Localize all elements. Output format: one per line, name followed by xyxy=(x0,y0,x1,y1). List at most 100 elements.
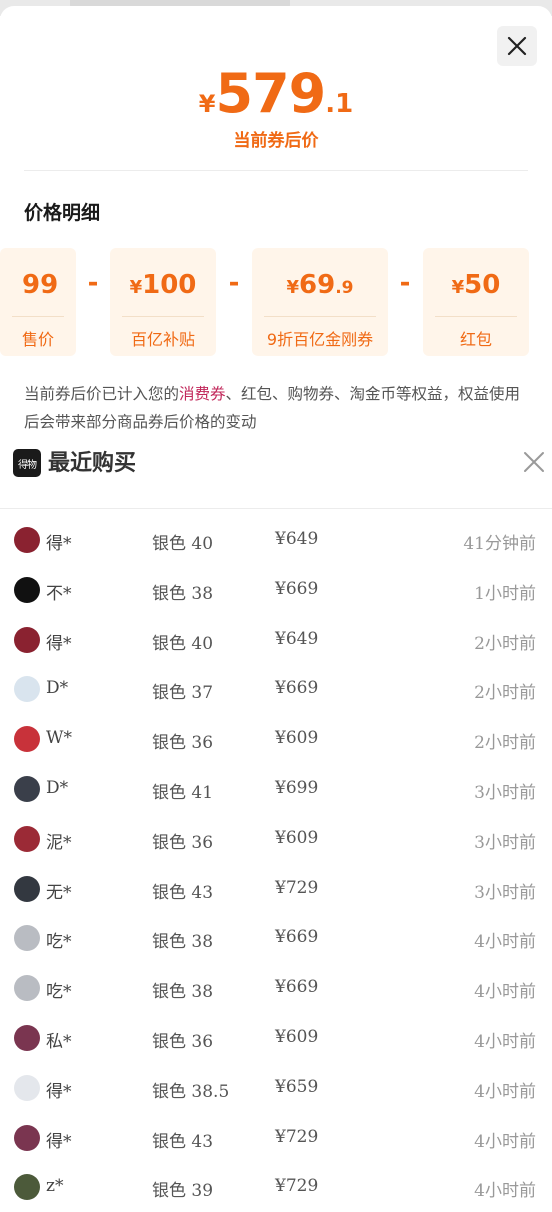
avatar xyxy=(14,1074,40,1101)
price-currency: ¥ xyxy=(198,90,216,118)
purchase-time: 4小时前 xyxy=(474,1131,536,1152)
purchase-row: 得* 银色 38.5 ¥659 4小时前 xyxy=(0,1063,552,1113)
purchase-row: 泥* 银色 36 ¥609 3小时前 xyxy=(0,814,552,864)
divider xyxy=(24,170,528,171)
recent-purchases-header: 得物 最近购买 xyxy=(0,430,552,509)
buyer-name: 无* xyxy=(46,882,72,903)
price-decimal: .1 xyxy=(325,89,354,119)
card-separator xyxy=(12,316,64,317)
purchase-time: 41分钟前 xyxy=(463,534,536,554)
avatar xyxy=(14,875,40,902)
purchase-time: 2小时前 xyxy=(474,633,536,654)
card-amount: ¥50 xyxy=(451,270,501,300)
purchase-time: 4小时前 xyxy=(474,982,536,1003)
item-spec: 银色 41 xyxy=(152,783,214,803)
card-label: 9折百亿金刚券 xyxy=(266,330,374,349)
item-spec: 银色 38 xyxy=(152,982,214,1003)
buyer-name: 泥* xyxy=(46,832,72,853)
avatar xyxy=(14,576,40,603)
item-spec: 银色 38 xyxy=(152,932,214,953)
avatar xyxy=(14,527,40,553)
purchase-time: 1小时前 xyxy=(474,583,536,604)
purchase-price: ¥609 xyxy=(275,728,319,749)
card-separator xyxy=(435,316,517,317)
avatar xyxy=(14,626,40,653)
buyer-name: D* xyxy=(46,678,69,699)
minus-sign: - xyxy=(228,268,240,298)
purchase-price: ¥729 xyxy=(275,1176,319,1197)
card-label: 百亿补贴 xyxy=(130,330,195,349)
avatar xyxy=(14,1124,40,1151)
purchase-price: ¥729 xyxy=(275,1126,319,1147)
purchase-row: z* 银色 39 ¥729 4小时前 xyxy=(0,1162,552,1212)
purchase-price: ¥649 xyxy=(275,529,319,549)
buyer-name: W* xyxy=(46,728,72,749)
card-amount: ¥69.9 xyxy=(286,270,354,300)
item-spec: 银色 38.5 xyxy=(152,1081,230,1102)
price-detail-sheet: ¥579.1 当前券后价 价格明细 99 售价 - ¥100 百亿补贴 - ¥6… xyxy=(0,6,552,431)
card-separator xyxy=(264,316,376,317)
item-spec: 银色 38 xyxy=(152,583,214,604)
close-button[interactable] xyxy=(497,26,537,66)
price-integer: 579 xyxy=(215,62,327,125)
final-price: ¥579.1 xyxy=(0,62,552,125)
purchase-price: ¥609 xyxy=(275,827,319,848)
buyer-name: 不* xyxy=(46,583,72,604)
item-spec: 银色 40 xyxy=(152,633,214,654)
purchase-row: 得* 银色 43 ¥729 4小时前 xyxy=(0,1113,552,1163)
buyer-name: 得* xyxy=(46,1081,72,1102)
purchase-price: ¥699 xyxy=(275,778,319,798)
avatar xyxy=(14,925,40,952)
purchase-time: 2小时前 xyxy=(474,733,536,754)
purchase-price: ¥609 xyxy=(275,1027,319,1047)
purchase-time: 4小时前 xyxy=(474,1081,536,1102)
purchase-time: 3小时前 xyxy=(474,832,536,853)
minus-sign: - xyxy=(87,268,99,298)
purchase-price: ¥669 xyxy=(275,927,319,948)
item-spec: 银色 40 xyxy=(152,534,214,554)
app-logo: 得物 xyxy=(13,449,41,477)
buyer-name: z* xyxy=(46,1176,64,1197)
purchase-row: W* 银色 36 ¥609 2小时前 xyxy=(0,714,552,764)
buyer-name: D* xyxy=(46,778,69,798)
price-label: 当前券后价 xyxy=(233,131,319,151)
purchase-row: 得* 银色 40 ¥649 2小时前 xyxy=(0,615,552,665)
purchase-row: D* 银色 37 ¥669 2小时前 xyxy=(0,664,552,714)
item-spec: 银色 36 xyxy=(152,1032,214,1052)
purchase-price: ¥659 xyxy=(275,1076,319,1097)
card-label: 售价 xyxy=(22,330,55,349)
card-amount: 99 xyxy=(22,270,59,300)
buyer-name: 吃* xyxy=(46,982,72,1003)
item-spec: 银色 36 xyxy=(152,832,214,853)
avatar xyxy=(14,776,40,802)
purchase-row: 不* 银色 38 ¥669 1小时前 xyxy=(0,565,552,615)
purchase-row: 私* 银色 36 ¥609 4小时前 xyxy=(0,1013,552,1063)
purchase-price: ¥669 xyxy=(275,977,319,998)
card-amount: ¥100 xyxy=(129,270,197,300)
purchase-row: D* 银色 41 ¥699 3小时前 xyxy=(0,764,552,814)
buyer-name: 私* xyxy=(46,1032,72,1052)
purchase-price: ¥669 xyxy=(275,678,319,699)
avatar xyxy=(14,1025,40,1051)
item-spec: 银色 43 xyxy=(152,882,214,903)
item-spec: 银色 37 xyxy=(152,683,214,704)
purchase-price: ¥669 xyxy=(275,578,319,599)
avatar xyxy=(14,726,40,753)
recent-purchases-panel: 得物 最近购买 得* 银色 40 ¥649 41分钟前 不* 银色 38 ¥669 1小时前得… xyxy=(0,430,552,1209)
buyer-name: 得* xyxy=(46,534,72,554)
purchase-price: ¥729 xyxy=(275,877,319,898)
buyer-name: 吃* xyxy=(46,932,72,953)
recent-close-button[interactable] xyxy=(522,450,546,474)
card-label: 红包 xyxy=(459,330,492,349)
consumption-coupon-link[interactable]: 消费券 xyxy=(179,385,226,403)
avatar xyxy=(14,676,40,703)
purchase-time: 3小时前 xyxy=(474,882,536,903)
price-card-coupon: ¥69.9 9折百亿金刚券 xyxy=(252,248,388,356)
purchase-time: 3小时前 xyxy=(474,783,536,803)
avatar xyxy=(14,1174,40,1201)
price-note: 当前券后价已计入您的消费券、红包、购物券、淘金币等权益，权益使用后会带来部分商品… xyxy=(24,385,521,431)
item-spec: 银色 36 xyxy=(152,733,214,754)
item-spec: 银色 43 xyxy=(152,1131,214,1152)
buyer-name: 得* xyxy=(46,1131,72,1152)
purchase-row: 得* 银色 40 ¥649 41分钟前 xyxy=(0,515,552,565)
